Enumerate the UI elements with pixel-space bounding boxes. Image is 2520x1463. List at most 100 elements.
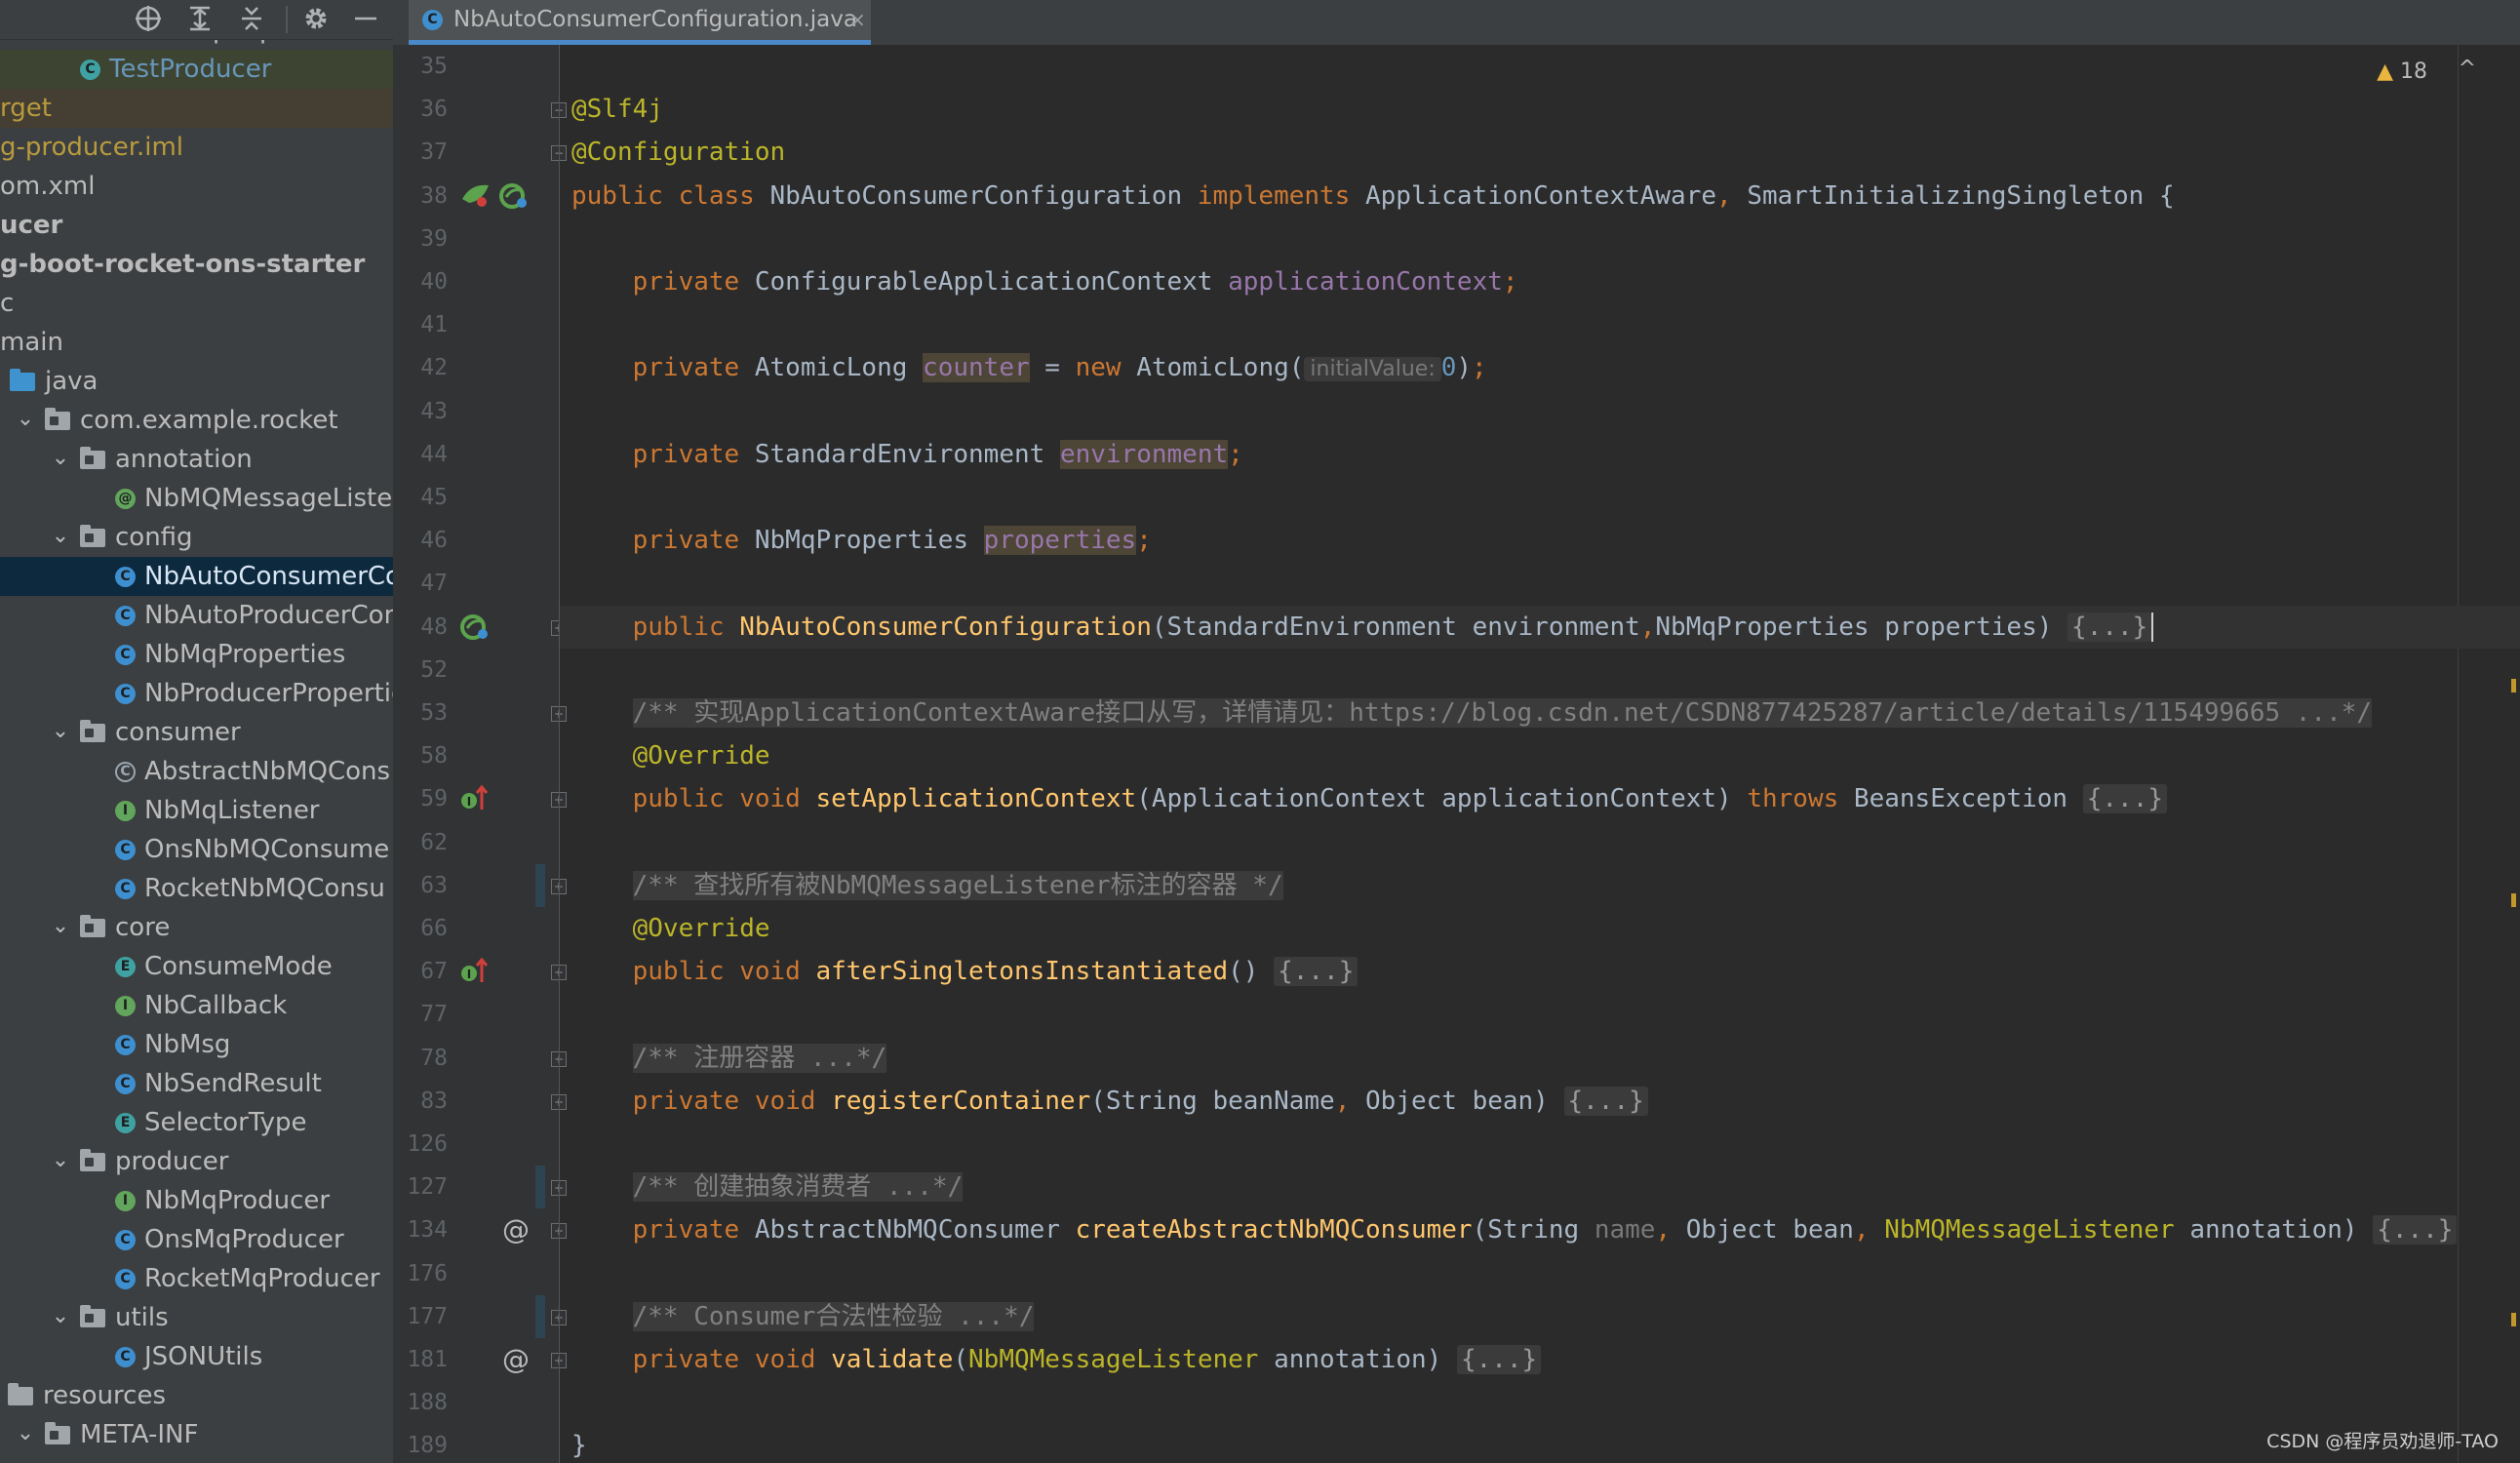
- minimize-icon[interactable]: [350, 4, 381, 35]
- bean-icon[interactable]: [459, 181, 492, 217]
- tree-item[interactable]: E ConsumeMode: [0, 947, 393, 986]
- chevron-down-icon[interactable]: ⌄: [49, 908, 72, 947]
- at-icon[interactable]: @: [502, 1345, 530, 1374]
- tab-nbautoconsumerconfiguration[interactable]: C NbAutoConsumerConfiguration.java ×: [409, 0, 871, 45]
- code-line[interactable]: @Override: [571, 734, 770, 777]
- code-line[interactable]: /** Consumer合法性检验 ...*/: [571, 1295, 1035, 1338]
- vcs-change-marker[interactable]: [535, 1294, 545, 1338]
- chevron-down-icon[interactable]: ⌄: [14, 401, 37, 440]
- tree-item[interactable]: ⌄ producer: [0, 1142, 393, 1181]
- code-line[interactable]: /** 注册容器 ...*/: [571, 1037, 887, 1080]
- vcs-change-marker[interactable]: [535, 863, 545, 907]
- folded-region[interactable]: {...}: [1456, 1345, 1542, 1374]
- folded-comment[interactable]: /** 创建抽象消费者 ...*/: [632, 1172, 964, 1203]
- tree-item[interactable]: main: [0, 323, 393, 362]
- tree-item[interactable]: C NbProducerPropertie: [0, 674, 393, 713]
- folded-region[interactable]: {...}: [2067, 612, 2152, 642]
- tree-item[interactable]: c: [0, 284, 393, 323]
- tree-item[interactable]: I NbMqListener: [0, 791, 393, 830]
- chevron-down-icon[interactable]: ⌄: [49, 1298, 72, 1337]
- tree-item[interactable]: C AbstractNbMQCons: [0, 752, 393, 791]
- tree-item[interactable]: ⌄ com.example.rocket: [0, 401, 393, 440]
- tree-item[interactable]: java: [0, 362, 393, 401]
- folded-comment[interactable]: /** 查找所有被NbMQMessageListener标注的容器 */: [632, 870, 1283, 900]
- error-stripe-mark[interactable]: [2511, 893, 2516, 907]
- tree-item[interactable]: C RocketMqProducer: [0, 1259, 393, 1298]
- tree-item[interactable]: ⌄ core: [0, 908, 393, 947]
- tree-item[interactable]: ⌄ consumer: [0, 713, 393, 752]
- bean-nav-icon[interactable]: [498, 181, 530, 217]
- tree-item[interactable]: E SelectorType: [0, 1103, 393, 1142]
- code-line[interactable]: private void registerContainer(String be…: [571, 1080, 1648, 1123]
- chevron-down-icon[interactable]: ⌄: [49, 518, 72, 557]
- code-line[interactable]: private AbstractNbMQConsumer createAbstr…: [571, 1208, 2458, 1251]
- code-line[interactable]: /** 实现ApplicationContextAware接口从写，详情请见：h…: [571, 692, 2373, 734]
- override-icon[interactable]: I: [459, 957, 491, 993]
- chevron-down-icon[interactable]: ⌄: [14, 1415, 37, 1454]
- error-stripe-mark[interactable]: [2511, 679, 2516, 692]
- code-line[interactable]: private StandardEnvironment environment;: [571, 433, 1243, 476]
- tree-item[interactable]: C NbAutoProducerCon: [0, 596, 393, 635]
- code-line[interactable]: }: [571, 1424, 587, 1463]
- code-line[interactable]: public NbAutoConsumerConfiguration(Stand…: [571, 606, 2154, 649]
- code-editor[interactable]: 3536−37−3839404142434445464748+5253+5859…: [393, 45, 2520, 1463]
- tree-item[interactable]: g-boot-rocket-ons-starter: [0, 245, 393, 284]
- code-line[interactable]: @Configuration: [571, 131, 785, 174]
- gear-icon[interactable]: [300, 4, 332, 35]
- tree-item[interactable]: g-producer.iml: [0, 128, 393, 167]
- tree-item[interactable]: C JSONUtils: [0, 1337, 393, 1376]
- folded-region[interactable]: {...}: [1563, 1086, 1648, 1116]
- tree-item[interactable]: ⌄ config: [0, 518, 393, 557]
- tree-item[interactable]: C NbMqProperties: [0, 635, 393, 674]
- code-line[interactable]: /** 查找所有被NbMQMessageListener标注的容器 */: [571, 864, 1283, 907]
- folded-region[interactable]: {...}: [2373, 1215, 2458, 1246]
- crosshair-icon[interactable]: [133, 4, 164, 35]
- tree-item[interactable]: C NbMsg: [0, 1025, 393, 1064]
- chevron-down-icon[interactable]: ⌄: [49, 713, 72, 752]
- keyword-token: private void: [632, 1345, 832, 1374]
- chevron-down-icon[interactable]: ⌄: [49, 1142, 72, 1181]
- expand-all-icon[interactable]: [184, 4, 216, 35]
- bean-nav-icon[interactable]: [459, 613, 491, 649]
- override-icon[interactable]: I: [459, 784, 491, 820]
- tree-item[interactable]: ucer: [0, 206, 393, 245]
- tree-item[interactable]: C TestProducer: [0, 50, 393, 89]
- error-stripe-mark[interactable]: [2511, 1313, 2516, 1326]
- tree-item[interactable]: ⌄ annotation: [0, 440, 393, 479]
- folded-comment[interactable]: /** Consumer合法性检验 ...*/: [632, 1301, 1035, 1331]
- tree-item[interactable]: C OnsMqProducer: [0, 1220, 393, 1259]
- tree-item[interactable]: ⌄ META-INF: [0, 1415, 393, 1454]
- code-line[interactable]: public class NbAutoConsumerConfiguration…: [571, 175, 2175, 217]
- tree-item[interactable]: rget: [0, 89, 393, 128]
- tree-item[interactable]: C NbSendResult: [0, 1064, 393, 1103]
- chevron-down-icon[interactable]: ⌄: [49, 440, 72, 479]
- tree-item[interactable]: resources: [0, 1376, 393, 1415]
- vcs-change-marker[interactable]: [535, 1166, 545, 1209]
- code-line[interactable]: public void afterSingletonsInstantiated(…: [571, 950, 1358, 993]
- tree-item[interactable]: C RocketNbMQConsu: [0, 869, 393, 908]
- at-icon[interactable]: @: [502, 1215, 530, 1245]
- code-line[interactable]: public void setApplicationContext(Applic…: [571, 777, 2168, 820]
- tree-item[interactable]: C NbAutoConsumerCo: [0, 557, 393, 596]
- code-line[interactable]: /** 创建抽象消费者 ...*/: [571, 1166, 964, 1208]
- tree-item[interactable]: I NbCallback: [0, 986, 393, 1025]
- code-line[interactable]: @Override: [571, 907, 770, 950]
- chevron-up-icon[interactable]: ^: [2459, 57, 2476, 81]
- folded-comment[interactable]: /** 实现ApplicationContextAware接口从写，详情请见：h…: [632, 698, 2373, 728]
- tree-item[interactable]: I NbMqProducer: [0, 1181, 393, 1220]
- tree-item[interactable]: @ NbMQMessageListe: [0, 479, 393, 518]
- code-line[interactable]: private NbMqProperties properties;: [571, 519, 1152, 562]
- tree-item[interactable]: om.xml: [0, 167, 393, 206]
- code-line[interactable]: private AtomicLong counter = new AtomicL…: [571, 346, 1487, 389]
- folded-comment[interactable]: /** 注册容器 ...*/: [632, 1043, 887, 1073]
- tree-item[interactable]: C OnsNbMQConsume: [0, 830, 393, 869]
- tree-item[interactable]: ⌄ utils: [0, 1298, 393, 1337]
- folded-region[interactable]: {...}: [2082, 784, 2168, 814]
- code-line[interactable]: private ConfigurableApplicationContext a…: [571, 260, 1518, 303]
- code-line[interactable]: @Slf4j: [571, 88, 663, 131]
- inspection-widget[interactable]: ▲ 18: [2377, 59, 2427, 86]
- collapse-all-icon[interactable]: [236, 4, 267, 35]
- code-line[interactable]: private void validate(NbMQMessageListene…: [571, 1338, 1542, 1381]
- close-icon[interactable]: ×: [849, 0, 866, 39]
- folded-region[interactable]: {...}: [1274, 957, 1358, 987]
